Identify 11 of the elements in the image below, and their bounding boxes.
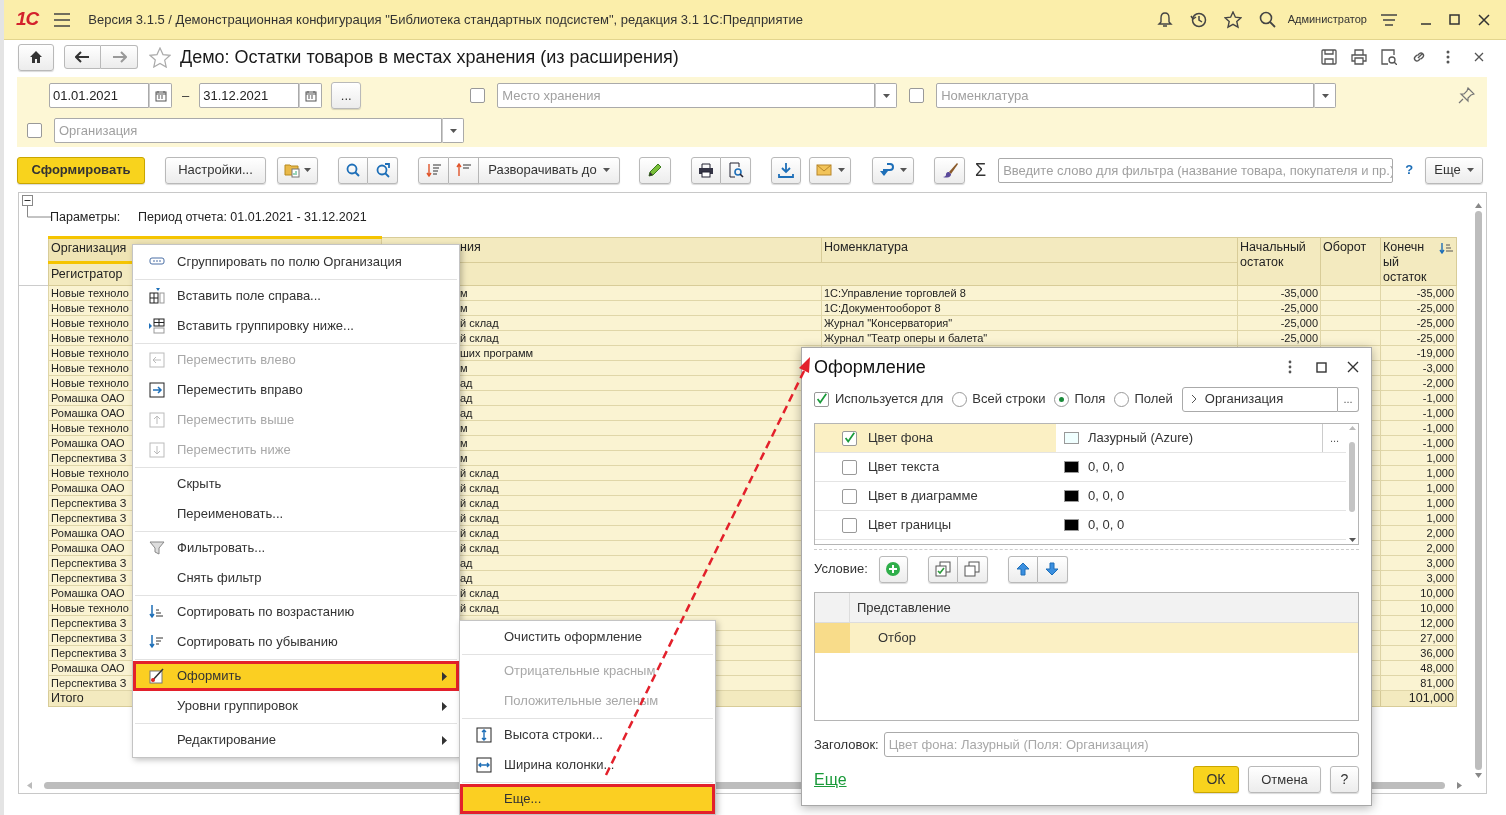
app-logo: 1С (16, 7, 39, 32)
caption-label: Заголовок: (814, 735, 879, 754)
form-title: Демо: Остатки товаров в местах хранения (из расширения) (180, 45, 679, 69)
date-separator: – (182, 86, 190, 105)
window-title: Версия 3.1.5 / Демонстрационная конфигурация "Библиотека стандартных подсистем", редакция 3.1 1С:Предприятие (88, 10, 803, 29)
report-period: Период отчета: 01.01.2021 - 31.12.2021 (138, 209, 367, 226)
property-value: 0, 0, 0 (1088, 458, 1126, 477)
property-value: Лазурный (Azure) (1088, 429, 1195, 448)
parameters-label: Параметры: (50, 209, 121, 226)
property-value: 0, 0, 0 (1088, 516, 1126, 535)
property-value: 0, 0, 0 (1088, 487, 1126, 506)
